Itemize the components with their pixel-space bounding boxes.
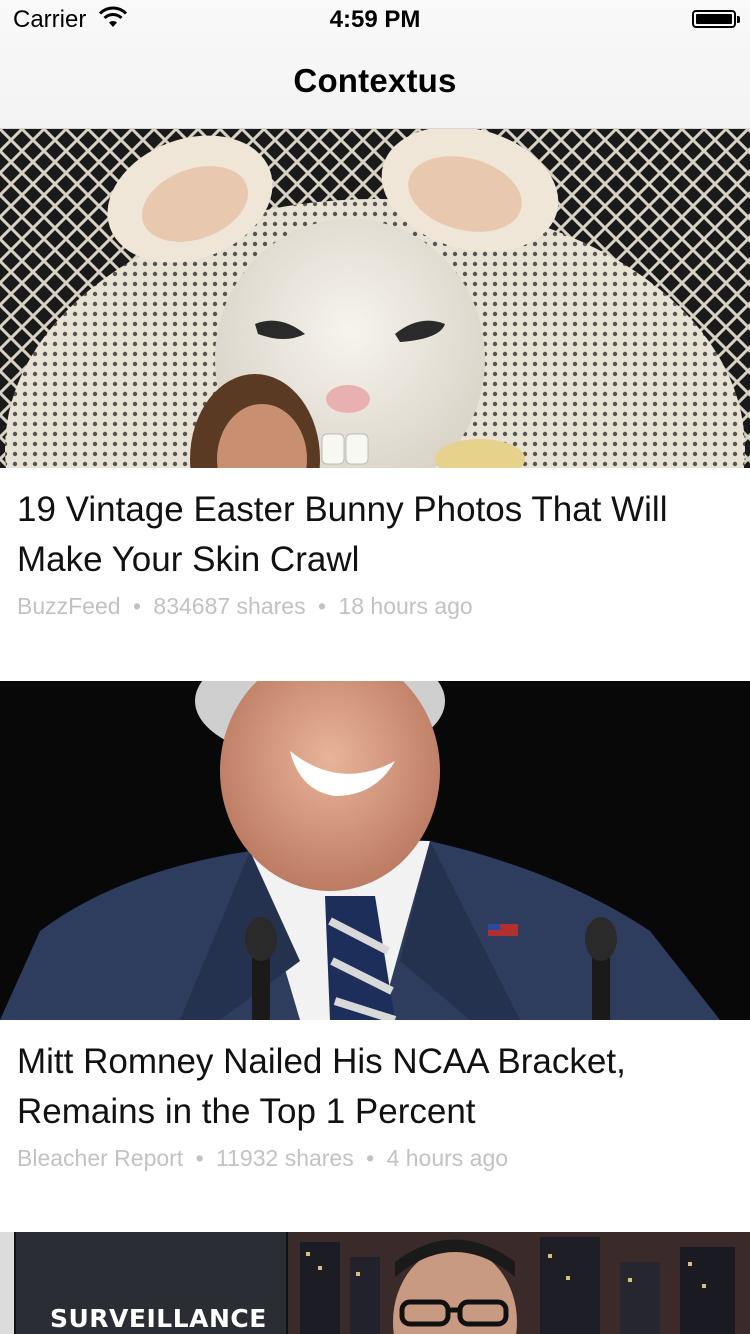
separator-dot: • <box>132 593 142 619</box>
article-thumbnail[interactable] <box>0 129 750 468</box>
article-meta: Bleacher Report • 11932 shares • 4 hours… <box>17 1145 508 1172</box>
article-source: Bleacher Report <box>17 1145 184 1171</box>
article-source: BuzzFeed <box>17 593 121 619</box>
page-title: Contextus <box>293 62 457 99</box>
battery-icon <box>692 10 740 28</box>
article-shares: 834687 shares <box>153 593 306 619</box>
separator-dot: • <box>366 1145 375 1171</box>
article-headline[interactable]: Mitt Romney Nailed His NCAA Bracket, Rem… <box>17 1037 727 1137</box>
article-thumbnail[interactable] <box>0 681 750 1020</box>
status-bar: Carrier 4:59 PM <box>0 0 750 40</box>
separator-dot: • <box>317 593 327 619</box>
separator-dot: • <box>195 1145 204 1171</box>
article-meta: BuzzFeed • 834687 shares • 18 hours ago <box>17 593 473 620</box>
clock: 4:59 PM <box>329 6 421 33</box>
article-card[interactable]: 19 Vintage Easter Bunny Photos That Will… <box>0 129 750 680</box>
article-age: 4 hours ago <box>386 1145 509 1171</box>
article-shares: 11932 shares <box>216 1145 354 1171</box>
thumbnail-caption: SURVEILLANCE <box>50 1304 267 1333</box>
article-headline[interactable]: 19 Vintage Easter Bunny Photos That Will… <box>17 485 727 585</box>
article-card[interactable]: Mitt Romney Nailed His NCAA Bracket, Rem… <box>0 681 750 1232</box>
article-card[interactable]: SURVEILLANCE <box>0 1232 750 1334</box>
navigation-bar: Carrier 4:59 PM Contextus <box>0 0 750 129</box>
article-age: 18 hours ago <box>338 593 473 619</box>
article-thumbnail[interactable]: SURVEILLANCE <box>0 1232 750 1334</box>
